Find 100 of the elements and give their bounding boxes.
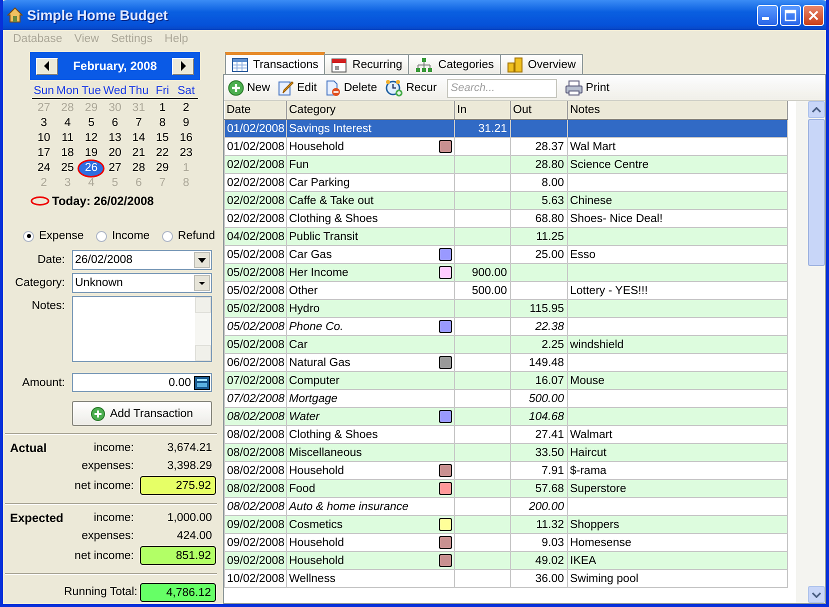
previous-month-button[interactable]	[36, 58, 58, 74]
table-row[interactable]: 05/02/2008 Phone Co. 22.38	[224, 318, 788, 336]
table-row[interactable]: 08/02/2008 Clothing & Shoes 27.41 Walmart	[224, 426, 788, 444]
table-row[interactable]: 04/02/2008 Public Transit 11.25	[224, 228, 788, 246]
toolbar-button[interactable]: Delete	[322, 77, 382, 99]
calendar-day[interactable]: 16	[174, 131, 198, 146]
column-header[interactable]: In	[454, 101, 510, 120]
hierarchy-icon	[415, 58, 434, 72]
circle-icon	[30, 196, 50, 206]
table-row[interactable]: 02/02/2008 Car Parking 8.00	[224, 174, 788, 192]
tab[interactable]: Transactions	[225, 52, 326, 74]
radio-button[interactable]: Income	[96, 230, 150, 242]
column-header[interactable]: Notes	[568, 101, 788, 120]
today-label[interactable]: Today: 26/02/2008	[52, 194, 154, 208]
maximize-button[interactable]	[780, 4, 801, 26]
table-row[interactable]: 01/02/2008 Savings Interest 31.21	[224, 120, 788, 138]
notes-field[interactable]	[72, 296, 212, 362]
calendar-day[interactable]: 7	[126, 116, 151, 131]
minimize-button[interactable]	[757, 4, 778, 26]
column-header[interactable]: Category	[286, 101, 454, 120]
table-row[interactable]: 08/02/2008 Miscellaneous 33.50 Haircut	[224, 444, 788, 462]
calendar-day[interactable]: 20	[103, 146, 127, 161]
category-text: Auto & home insurance	[289, 500, 409, 512]
weekday-label: Wed	[103, 84, 127, 98]
table-row[interactable]: 10/02/2008 Wellness 36.00 Swiming pool	[224, 570, 788, 588]
next-month-button[interactable]	[172, 58, 194, 74]
search-field[interactable]: Search...	[446, 78, 557, 98]
table-row[interactable]: 05/02/2008 Other 500.00 Lottery - YES!!!	[224, 282, 788, 300]
table-row[interactable]: 05/02/2008 Car Gas 25.00 Esso	[224, 246, 788, 264]
calendar-day[interactable]: 10	[32, 131, 56, 146]
radio-button[interactable]: Refund	[162, 230, 215, 242]
table-row[interactable]: 09/02/2008 Household 9.03 Homesense	[224, 534, 788, 552]
calendar-day[interactable]: 22	[150, 146, 174, 161]
toolbar-button[interactable]: Recur	[383, 77, 441, 99]
table-row[interactable]: 05/02/2008 Her Income 900.00	[224, 264, 788, 282]
category-text: Water	[289, 410, 320, 422]
calendar-day[interactable]: 4	[56, 116, 80, 131]
calendar-day[interactable]: 12	[79, 131, 104, 146]
calendar-day[interactable]: 21	[126, 146, 151, 161]
table-row[interactable]: 05/02/2008 Hydro 115.95	[224, 300, 788, 318]
table-row[interactable]: 05/02/2008 Car 2.25 windshield	[224, 336, 788, 354]
calendar-day[interactable]: 19	[79, 146, 104, 161]
calendar-day[interactable]: 15	[150, 131, 174, 146]
scroll-thumb[interactable]	[808, 119, 825, 266]
add-transaction-button[interactable]: Add Transaction	[72, 401, 212, 426]
category-text: Natural Gas	[289, 356, 350, 368]
category-text: Public Transit	[289, 230, 358, 242]
tab[interactable]: Overview	[500, 54, 583, 74]
summary-value: 4,786.12	[140, 582, 216, 602]
calendar-day[interactable]: 25	[56, 161, 80, 176]
tab[interactable]: Recurring	[324, 54, 410, 74]
tab[interactable]: Categories	[408, 54, 501, 74]
calendar-day[interactable]: 8	[150, 116, 174, 131]
calendar-day[interactable]: 29	[150, 161, 174, 176]
calendar-day[interactable]: 1	[150, 101, 174, 116]
date-field[interactable]: 26/02/2008	[72, 250, 212, 270]
column-header[interactable]: Out	[510, 101, 568, 120]
amount-field[interactable]: 0.00	[72, 373, 212, 392]
table-row[interactable]: 07/02/2008 Mortgage 500.00	[224, 390, 788, 408]
column-header[interactable]: Date	[224, 101, 286, 120]
calendar-day[interactable]: 26	[79, 161, 104, 176]
table-row[interactable]: 01/02/2008 Household 28.37 Wal Mart	[224, 138, 788, 156]
house-icon	[7, 7, 23, 23]
calendar-day[interactable]: 18	[56, 146, 80, 161]
table-row[interactable]: 02/02/2008 Fun 28.80 Science Centre	[224, 156, 788, 174]
category-text: Clothing & Shoes	[289, 212, 378, 224]
toolbar-button[interactable]: Edit	[276, 77, 321, 99]
toolbar-button[interactable]: New	[226, 77, 274, 99]
field-label: Notes:	[30, 299, 65, 314]
table-row[interactable]: 08/02/2008 Household 7.91 $-rama	[224, 462, 788, 480]
table-row[interactable]: 09/02/2008 Household 49.02 IKEA	[224, 552, 788, 570]
calendar-day[interactable]: 2	[174, 101, 198, 116]
calendar-day[interactable]: 14	[126, 131, 151, 146]
calendar-day[interactable]: 5	[79, 116, 104, 131]
summary-value: 275.92	[140, 476, 216, 495]
calendar-day[interactable]: 6	[103, 116, 127, 131]
calendar-day[interactable]: 27	[103, 161, 127, 176]
table-row[interactable]: 02/02/2008 Clothing & Shoes 68.80 Shoes- Nice Deal!	[224, 210, 788, 228]
category-dropdown[interactable]: Unknown	[72, 273, 212, 293]
table-row[interactable]: 07/02/2008 Computer 16.07 Mouse	[224, 372, 788, 390]
summary-label: income:	[92, 442, 134, 454]
calendar-day[interactable]: 17	[32, 146, 56, 161]
calendar-day[interactable]: 24	[32, 161, 56, 176]
calendar-day[interactable]: 23	[174, 146, 198, 161]
category-text: Car Parking	[289, 176, 350, 188]
calculator-icon[interactable]	[194, 376, 210, 390]
table-row[interactable]: 08/02/2008 Auto & home insurance 200.00	[224, 498, 788, 516]
print-button[interactable]: Print	[562, 77, 614, 99]
table-row[interactable]: 09/02/2008 Cosmetics 11.32 Shoppers	[224, 516, 788, 534]
table-row[interactable]: 02/02/2008 Caffe & Take out 5.63 Chinese	[224, 192, 788, 210]
table-row[interactable]: 08/02/2008 Water 104.68	[224, 408, 788, 426]
calendar-day[interactable]: 3	[32, 116, 56, 131]
calendar-day[interactable]: 9	[174, 116, 198, 131]
table-row[interactable]: 06/02/2008 Natural Gas 149.48	[224, 354, 788, 372]
close-button[interactable]	[803, 4, 824, 26]
table-row[interactable]: 08/02/2008 Food 57.68 Superstore	[224, 480, 788, 498]
radio-button[interactable]: Expense	[23, 230, 84, 242]
calendar-day[interactable]: 11	[56, 131, 80, 146]
calendar-day[interactable]: 28	[126, 161, 151, 176]
calendar-day[interactable]: 13	[103, 131, 127, 146]
